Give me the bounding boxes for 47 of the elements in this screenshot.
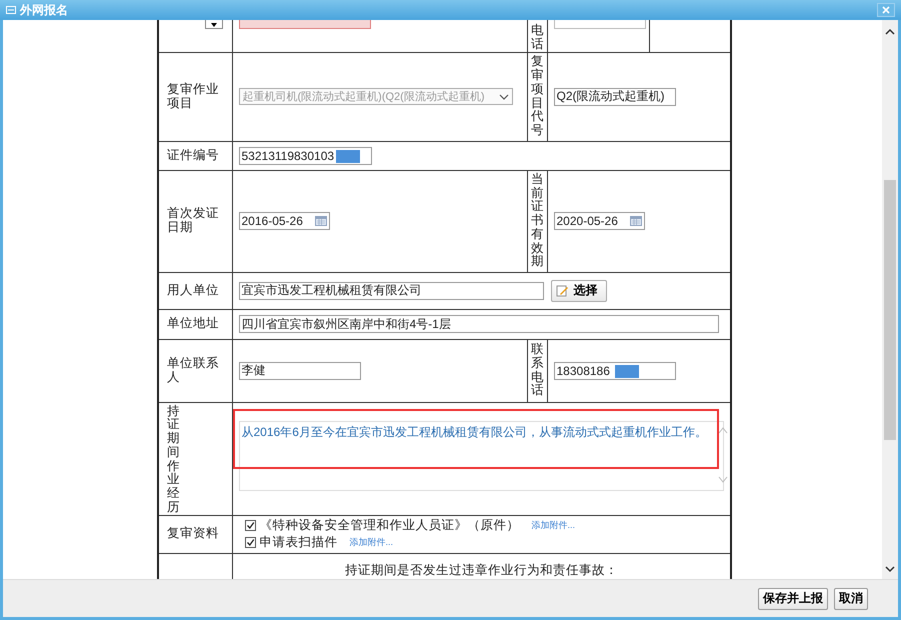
dropdown-arrow-icon [210,22,218,28]
phone-field[interactable] [554,20,646,29]
footer-button[interactable]: 取消 [834,588,868,610]
field-label: 首次发证日期 [167,206,219,234]
chevron-down-icon [498,94,508,100]
id-type-select[interactable] [205,20,223,29]
checkbox-label: 申请表扫描件 [260,534,338,551]
field-label: 单位联系人 [167,356,219,384]
close-icon [882,6,890,14]
date-field[interactable]: 2020-05-26 [554,212,644,230]
window-title: 外网报名 [20,2,68,18]
employer-field[interactable]: 宜宾市迅发工程机械租赁有限公司 [238,282,544,300]
footer-button[interactable]: 保存并上报 [758,588,828,610]
edit-icon [556,284,568,297]
calendar-icon[interactable] [630,216,642,226]
field-label: 复审项目代号 [530,55,544,138]
experience-textarea[interactable]: 从2016年6月至今在宜宾市迅发工程机械租赁有限公司，从事流动式式起重机作业工作。 [238,420,724,490]
id-number-field[interactable] [238,20,370,29]
field-label: 用人单位 [167,282,219,297]
checkbox-label: 《特种设备安全管理和作业人员证》（原件） [260,517,520,534]
date-field[interactable]: 2016-05-26 [238,212,330,230]
field-label: 当前证书有效期 [530,172,544,270]
field-label: 联系电话 [530,343,544,398]
field-label: 复审资料 [167,526,219,540]
checkbox[interactable] [244,537,256,548]
field-label: 持证期间作业经历 [167,404,180,514]
field-label: 单位地址 [167,316,219,330]
calendar-icon[interactable] [314,216,326,226]
field-label: 电话 [530,24,544,52]
redaction-block [614,364,638,378]
phone-field[interactable]: 18308186 [554,362,676,380]
field-label: 复审作业项目 [167,82,219,110]
select-button[interactable]: 选择 [550,280,606,302]
field-label: 证件编号 [167,148,219,162]
window-icon [6,6,16,14]
contact-field[interactable]: 李健 [238,362,360,380]
scroll-down-icon[interactable] [885,565,895,573]
add-attachment-link[interactable]: 添加附件... [532,517,576,534]
question-text: 持证期间是否发生过违章作业行为和责任事故： [344,562,618,576]
certificate-number-field[interactable]: 53213119830103 [238,146,372,164]
scroll-up-icon[interactable] [885,28,895,36]
redaction-block [336,150,360,162]
close-button[interactable] [877,3,895,17]
address-field[interactable]: 四川省宜宾市叙州区南岸中和街4号-1层 [238,315,718,333]
scrollbar[interactable] [882,20,898,579]
checkbox[interactable] [244,520,256,531]
add-attachment-link[interactable]: 添加附件... [350,534,394,551]
